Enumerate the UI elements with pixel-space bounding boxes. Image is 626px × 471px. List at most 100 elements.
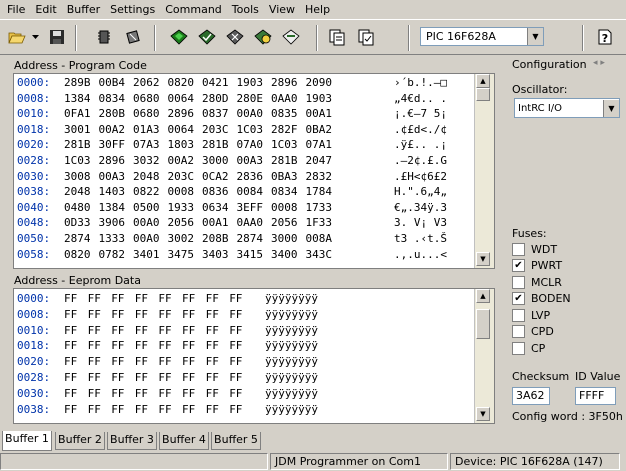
program-icon[interactable]: [168, 26, 190, 48]
data-cell[interactable]: 3400: [271, 247, 298, 262]
data-cell[interactable]: 0837: [202, 106, 229, 121]
data-cell[interactable]: FF: [206, 323, 219, 338]
data-cell[interactable]: 0835: [271, 106, 298, 121]
menu-view[interactable]: View: [264, 1, 300, 19]
table-row[interactable]: 0030: FF FF FF FF FF FF FF FF ÿÿÿÿÿÿÿÿ: [14, 386, 474, 401]
menu-settings[interactable]: Settings: [105, 1, 160, 19]
data-cell[interactable]: FF: [182, 354, 195, 369]
data-cell[interactable]: 3002: [168, 231, 195, 246]
data-cell[interactable]: 1784: [306, 184, 333, 199]
data-cell[interactable]: 00B4: [99, 75, 126, 90]
device-select[interactable]: PIC 16F628A ▼: [420, 27, 544, 46]
data-cell[interactable]: 00A3: [237, 153, 264, 168]
chevron-down-icon[interactable]: ▼: [527, 28, 543, 45]
data-cell[interactable]: 2048: [133, 169, 160, 184]
data-cell[interactable]: 1933: [168, 200, 195, 215]
data-cell[interactable]: FF: [229, 307, 242, 322]
fuse-cpd[interactable]: CPD: [512, 324, 554, 340]
table-row[interactable]: 0010: FF FF FF FF FF FF FF FF ÿÿÿÿÿÿÿÿ: [14, 323, 474, 338]
program-code-grid[interactable]: 0000: 289B 00B4 2062 0820 0421 1903 2896 2090 ›´b…: [13, 73, 495, 269]
data-cell[interactable]: FF: [182, 307, 195, 322]
data-cell[interactable]: 0421: [202, 75, 229, 90]
data-cell[interactable]: FF: [182, 291, 195, 306]
data-cell[interactable]: FF: [135, 338, 148, 353]
data-cell[interactable]: 07A0: [237, 137, 264, 152]
data-cell[interactable]: 1803: [168, 137, 195, 152]
data-cell[interactable]: 1733: [306, 200, 333, 215]
data-cell[interactable]: 280D: [202, 91, 229, 106]
tab-buffer-2[interactable]: Buffer 2: [55, 432, 105, 450]
menu-tools[interactable]: Tools: [227, 1, 264, 19]
scroll-thumb[interactable]: [476, 88, 490, 101]
data-cell[interactable]: 2056: [271, 215, 298, 230]
data-cell[interactable]: 280E: [237, 91, 264, 106]
data-cell[interactable]: 2874: [237, 231, 264, 246]
fuse-wdt[interactable]: WDT: [512, 241, 557, 257]
data-cell[interactable]: 0500: [133, 200, 160, 215]
data-cell[interactable]: 2048: [64, 184, 91, 199]
data-cell[interactable]: 30FF: [99, 137, 126, 152]
data-cell[interactable]: 0BA2: [306, 122, 333, 137]
data-cell[interactable]: FF: [111, 307, 124, 322]
data-cell[interactable]: 00A0: [133, 215, 160, 230]
table-row[interactable]: 0038: 2048 1403 0822 0008 0836 0084 0834 1784 H."…: [14, 184, 474, 199]
data-cell[interactable]: 2056: [168, 215, 195, 230]
fuse-cp[interactable]: CP: [512, 340, 545, 356]
data-cell[interactable]: 1C03: [237, 122, 264, 137]
fuse-boden[interactable]: ✔ BODEN: [512, 291, 571, 307]
data-cell[interactable]: 0820: [168, 75, 195, 90]
data-cell[interactable]: FF: [135, 402, 148, 417]
checkbox[interactable]: ✔: [512, 259, 525, 272]
data-cell[interactable]: 0008: [271, 200, 298, 215]
data-cell[interactable]: FF: [88, 370, 101, 385]
data-cell[interactable]: 281B: [271, 153, 298, 168]
table-row[interactable]: 0028: FF FF FF FF FF FF FF FF ÿÿÿÿÿÿÿÿ: [14, 370, 474, 385]
data-cell[interactable]: FF: [229, 291, 242, 306]
data-cell[interactable]: 0680: [133, 106, 160, 121]
checkbox[interactable]: [512, 325, 525, 338]
data-cell[interactable]: 1384: [64, 91, 91, 106]
data-cell[interactable]: 0634: [202, 200, 229, 215]
data-cell[interactable]: 1C03: [64, 153, 91, 168]
data-cell[interactable]: FF: [158, 323, 171, 338]
data-cell[interactable]: 3000: [202, 153, 229, 168]
data-cell[interactable]: 203C: [168, 169, 195, 184]
data-cell[interactable]: 282F: [271, 122, 298, 137]
dropdown-arrow-icon[interactable]: [29, 26, 41, 48]
tab-buffer-3[interactable]: Buffer 3: [107, 432, 157, 450]
data-cell[interactable]: 3EFF: [237, 200, 264, 215]
data-cell[interactable]: 0CA2: [202, 169, 229, 184]
table-row[interactable]: 0018: 3001 00A2 01A3 0064 203C 1C03 282F 0BA2 .¢£…: [14, 122, 474, 137]
data-cell[interactable]: FF: [111, 402, 124, 417]
table-row[interactable]: 0048: 0D33 3906 00A0 2056 00A1 0AA0 2056 1F33 3. …: [14, 215, 474, 230]
data-cell[interactable]: 0AA0: [271, 91, 298, 106]
data-cell[interactable]: 0064: [168, 122, 195, 137]
data-cell[interactable]: FF: [64, 291, 77, 306]
verify-icon[interactable]: [196, 26, 218, 48]
data-cell[interactable]: 1384: [99, 200, 126, 215]
data-cell[interactable]: FF: [111, 323, 124, 338]
data-cell[interactable]: FF: [158, 370, 171, 385]
data-cell[interactable]: FF: [206, 338, 219, 353]
data-cell[interactable]: FF: [64, 354, 77, 369]
data-cell[interactable]: FF: [158, 402, 171, 417]
data-cell[interactable]: FF: [64, 338, 77, 353]
data-cell[interactable]: FF: [64, 323, 77, 338]
data-cell[interactable]: FF: [206, 402, 219, 417]
menu-buffer[interactable]: Buffer: [62, 1, 105, 19]
data-cell[interactable]: FF: [135, 307, 148, 322]
data-cell[interactable]: 1403: [99, 184, 126, 199]
data-cell[interactable]: FF: [229, 338, 242, 353]
data-cell[interactable]: 280B: [99, 106, 126, 121]
data-cell[interactable]: FF: [88, 354, 101, 369]
data-cell[interactable]: 008A: [306, 231, 333, 246]
data-cell[interactable]: 3415: [237, 247, 264, 262]
checkbox[interactable]: [512, 275, 525, 289]
data-cell[interactable]: FF: [229, 386, 242, 401]
data-cell[interactable]: FF: [64, 402, 77, 417]
data-cell[interactable]: 1C03: [271, 137, 298, 152]
data-cell[interactable]: 203C: [202, 122, 229, 137]
data-cell[interactable]: FF: [182, 370, 195, 385]
read-icon[interactable]: [280, 26, 302, 48]
data-cell[interactable]: FF: [88, 323, 101, 338]
